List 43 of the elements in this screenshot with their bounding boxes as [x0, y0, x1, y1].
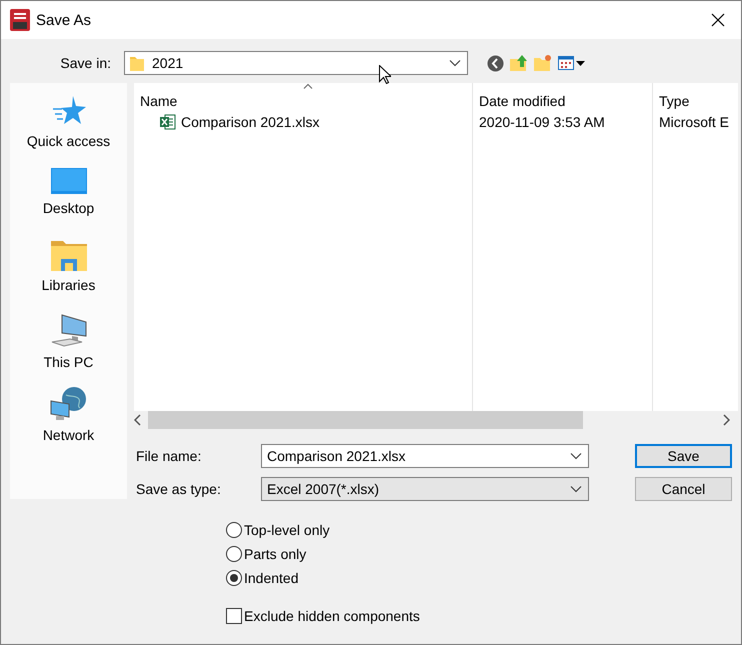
save-as-type-dropdown[interactable]: Excel 2007(*.xlsx): [261, 477, 589, 501]
window-title: Save As: [36, 12, 92, 28]
save-in-dropdown[interactable]: 2021: [124, 51, 468, 75]
scroll-left-icon[interactable]: [134, 414, 142, 426]
checkbox[interactable]: [226, 608, 242, 624]
view-menu-button[interactable]: [558, 54, 586, 72]
spreadsheet-icon: [160, 114, 176, 130]
radio-label: Parts only: [244, 546, 306, 562]
file-name-label: File name:: [136, 447, 202, 466]
column-header[interactable]: Name: [140, 93, 178, 109]
column-header[interactable]: Type: [659, 93, 690, 109]
desktop-icon: [50, 168, 86, 194]
cancel-button[interactable]: Cancel: [635, 477, 732, 501]
save-in-label: Save in:: [59, 55, 112, 71]
radio-button[interactable]: [226, 570, 242, 586]
app-logo: [10, 9, 30, 31]
star-icon: [50, 95, 86, 127]
date-modified: 2020-11-09 3:53 AM: [479, 114, 605, 130]
checkbox-label: Exclude hidden components: [244, 608, 420, 624]
places-item[interactable]: Libraries: [14, 239, 124, 304]
network-icon: [50, 387, 88, 421]
file-type: Microsoft E: [659, 114, 730, 130]
column-header[interactable]: Date modified: [479, 93, 566, 109]
folder-icon: [130, 55, 144, 71]
file-name-field[interactable]: Comparison 2021.xlsx: [261, 444, 589, 468]
radio-button[interactable]: [226, 522, 242, 538]
radio-button[interactable]: [226, 546, 242, 562]
places-item[interactable]: This PC: [14, 312, 124, 377]
radio-label: Top-level only: [244, 522, 330, 538]
file-name[interactable]: Comparison 2021.xlsx: [181, 114, 320, 130]
back-button[interactable]: [487, 54, 504, 72]
computer-icon: [50, 314, 88, 348]
scroll-right-icon[interactable]: [722, 414, 730, 426]
library-folder-icon: [50, 241, 86, 271]
up-folder-button[interactable]: [510, 54, 528, 72]
close-icon: [711, 13, 725, 27]
save-button[interactable]: Save: [635, 444, 732, 468]
radio-label: Indented: [244, 570, 298, 586]
places-item[interactable]: Network: [14, 385, 124, 450]
places-item[interactable]: Quick access: [14, 93, 124, 158]
places-item[interactable]: Desktop: [14, 166, 124, 231]
save-as-type-label: Save as type:: [136, 480, 222, 499]
new-folder-button[interactable]: [534, 54, 552, 72]
